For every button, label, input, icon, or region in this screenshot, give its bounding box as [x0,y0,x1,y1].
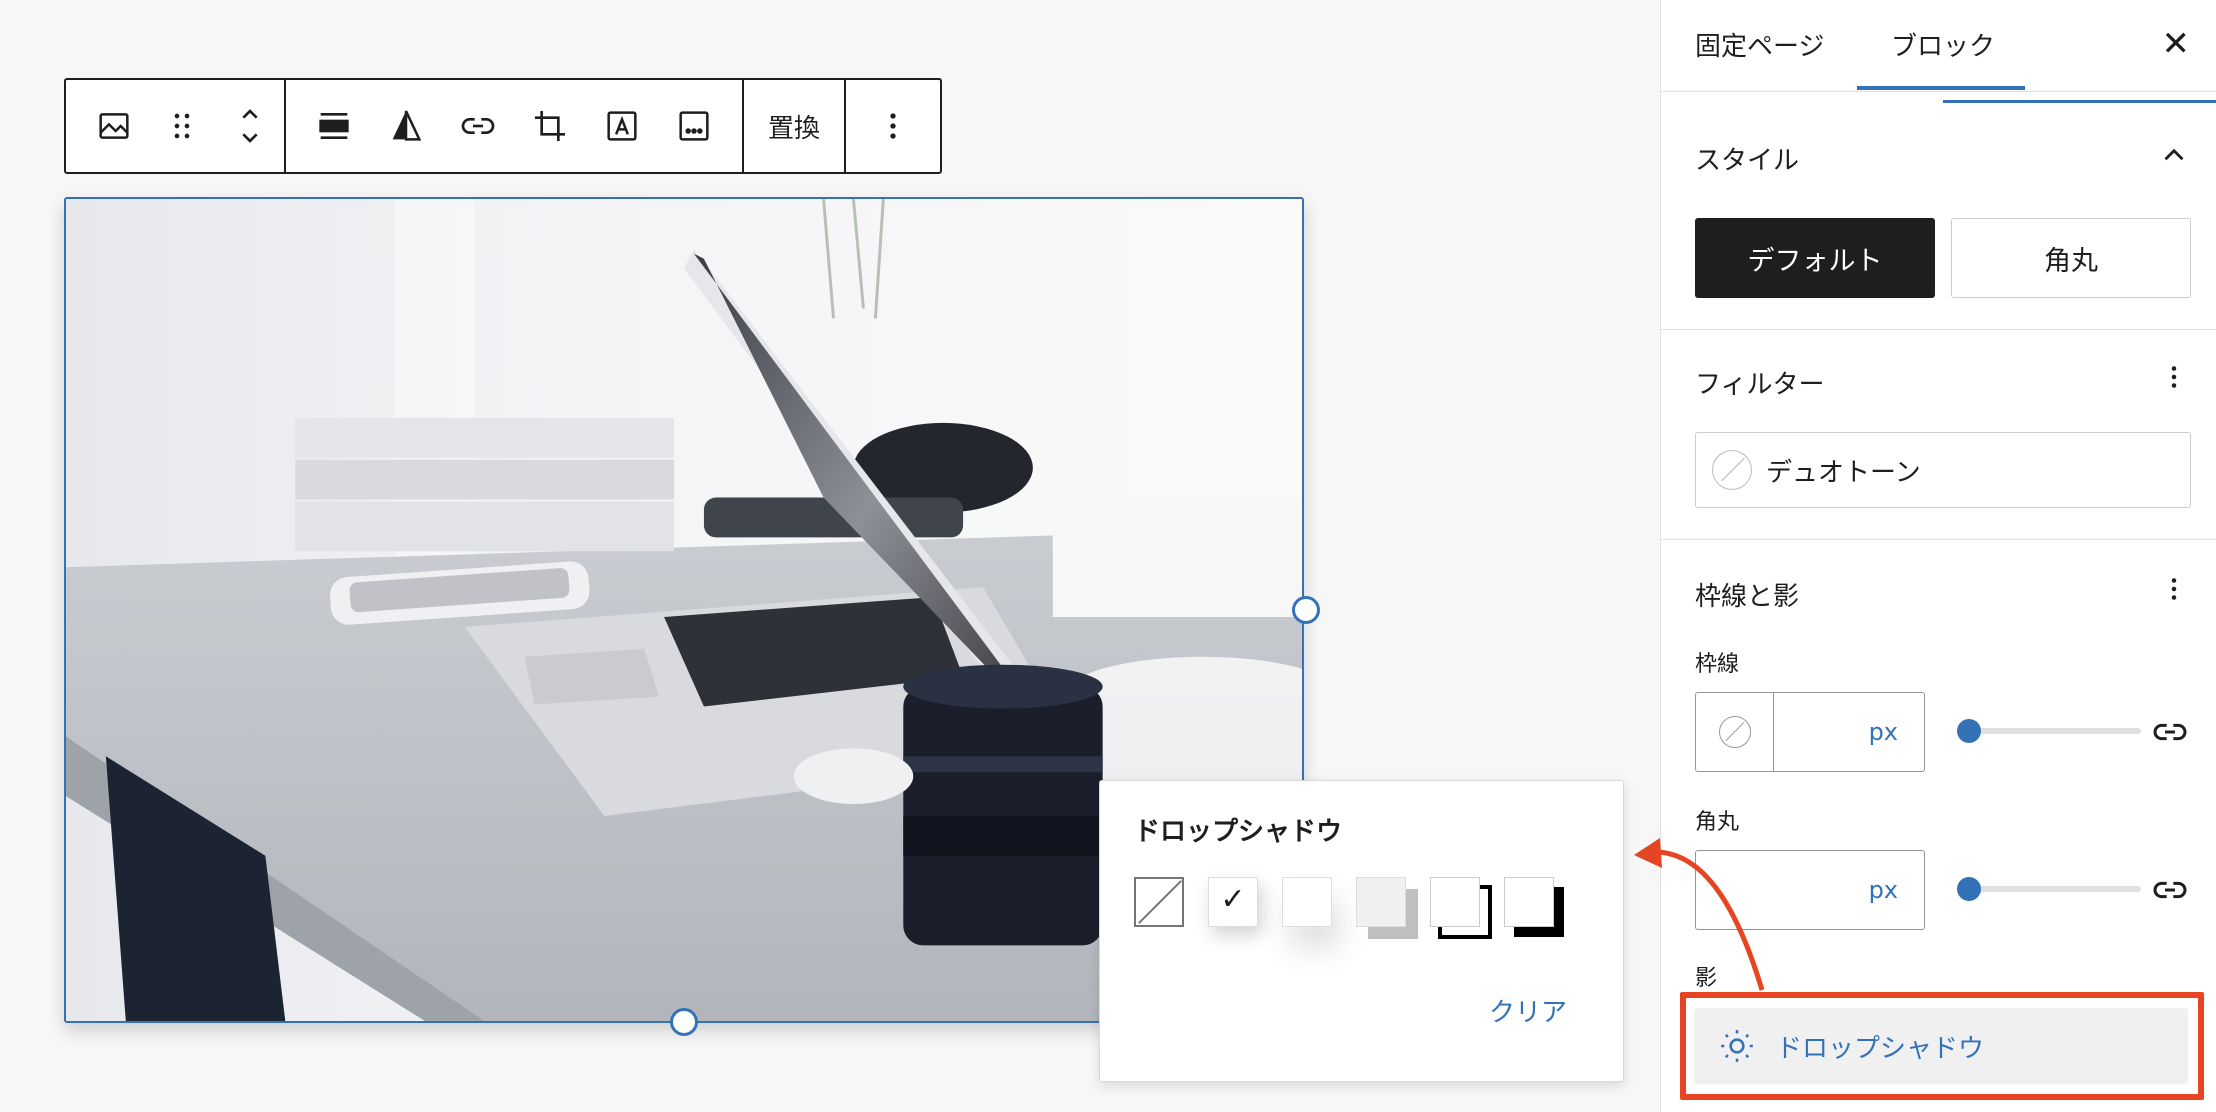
border-label: 枠線 [1695,652,1740,677]
filter-options-icon[interactable] [2157,360,2191,402]
drag-handle-icon[interactable] [152,80,212,172]
link-icon[interactable] [442,80,514,172]
image-block-icon[interactable] [84,80,144,172]
radius-input[interactable]: px [1695,850,1925,930]
filter-panel-title: フィルター [1695,370,1825,400]
no-color-icon [1712,450,1752,490]
link-sides-icon[interactable] [2150,712,2190,752]
duotone-filter-icon[interactable] [370,80,442,172]
chevron-up-icon[interactable] [2157,138,2191,180]
duotone-label: デュオトーン [1766,457,1921,488]
settings-sidebar: 固定ページ ブロック ✕ スタイル デフォルト 角丸 フィルター デュオトーン … [1660,0,2216,1112]
highlight-box [1680,992,2204,1100]
link-corners-icon[interactable] [2150,870,2190,910]
tab-block[interactable]: ブロック [1891,26,1995,63]
close-sidebar-button[interactable]: ✕ [2162,24,2191,64]
resize-handle-bottom[interactable] [670,1008,698,1036]
style-rounded-button[interactable]: 角丸 [1951,218,2191,298]
toolbar-group-tools [286,80,744,172]
popover-title: ドロップシャドウ [1134,817,1343,847]
block-toolbar: 置換 [64,78,942,174]
slider-knob[interactable] [1957,877,1981,901]
more-options-button[interactable] [846,80,940,172]
shadow-preset-deep[interactable] [1282,877,1332,927]
text-overlay-icon[interactable] [586,80,658,172]
styles-panel-title[interactable]: スタイル [1695,140,1799,177]
no-color-icon [1718,716,1751,748]
check-icon: ✓ [1220,882,1246,917]
border-shadow-title: 枠線と影 [1695,582,1800,612]
shadow-preset-none[interactable] [1134,877,1184,927]
toolbar-group-block [66,80,286,172]
radius-unit[interactable]: px [1869,876,1898,904]
border-color-picker[interactable] [1696,693,1774,771]
resize-handle-right[interactable] [1292,596,1320,624]
replace-button[interactable]: 置換 [744,80,846,172]
style-default-button[interactable]: デフォルト [1695,218,1935,298]
clear-button[interactable]: クリア [1489,992,1567,1029]
border-unit[interactable]: px [1869,718,1898,746]
shadow-label: 影 [1695,966,1718,991]
alt-text-icon[interactable] [658,80,730,172]
radius-label: 角丸 [1695,810,1740,835]
shadow-presets: ✓ [1134,877,1554,927]
align-icon[interactable] [298,80,370,172]
border-shadow-options-icon[interactable] [2157,572,2191,614]
crop-icon[interactable] [514,80,586,172]
border-width-input[interactable]: px [1695,692,1925,772]
more-vertical-icon [890,113,896,139]
radius-slider[interactable] [1957,877,2141,901]
shadow-preset-crisp[interactable] [1504,877,1554,927]
drop-shadow-popover: ドロップシャドウ ✓ クリア [1099,780,1624,1082]
sidebar-tabs: 固定ページ ブロック ✕ [1661,0,2216,92]
active-tab-indicator [1857,86,2025,90]
scroll-indicator [1943,100,2216,103]
slider-knob[interactable] [1957,719,1981,743]
move-up-down-icon[interactable] [220,80,280,172]
shadow-preset-natural[interactable]: ✓ [1208,877,1258,927]
shadow-preset-sharp[interactable] [1356,877,1406,927]
duotone-selector[interactable]: デュオトーン [1695,432,2191,508]
border-width-slider[interactable] [1957,719,2141,743]
shadow-preset-outlined[interactable] [1430,877,1480,927]
replace-label: 置換 [767,113,820,144]
tab-page[interactable]: 固定ページ [1695,26,1824,63]
